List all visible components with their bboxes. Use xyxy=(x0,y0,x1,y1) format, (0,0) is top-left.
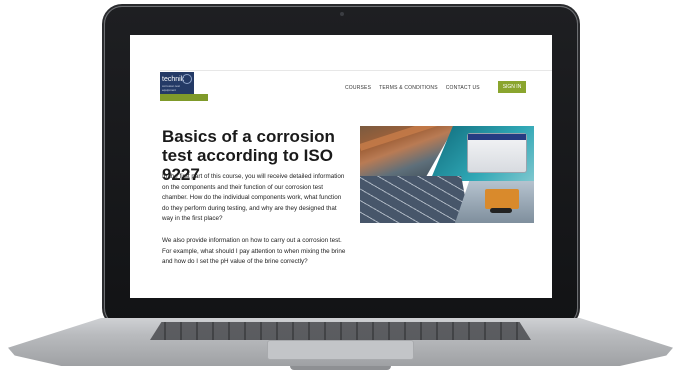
laptop-screen: technik corrosion test equipment COURSES… xyxy=(130,35,552,298)
webcam-icon xyxy=(340,12,344,16)
laptop-keyboard xyxy=(150,322,531,340)
sign-in-button[interactable]: SIGN IN xyxy=(498,81,526,93)
site-logo[interactable]: technik corrosion test equipment xyxy=(160,72,194,94)
cracked-surface-image xyxy=(360,176,470,223)
main-nav: COURSES TERMS & CONDITIONS CONTACT US xyxy=(345,85,480,91)
logo-text: technik xyxy=(162,76,185,83)
laptop-trackpad xyxy=(268,341,413,359)
info-paragraph: We also provide information on how to ca… xyxy=(162,237,346,266)
laptop-front-notch xyxy=(290,366,391,370)
logo-ring-icon xyxy=(182,74,192,84)
nav-terms-conditions[interactable]: TERMS & CONDITIONS xyxy=(379,85,438,91)
nav-contact-us[interactable]: CONTACT US xyxy=(446,85,480,91)
logo-accent-bar xyxy=(160,94,208,101)
salt-truck-image xyxy=(485,189,519,209)
course-image-collage xyxy=(360,126,534,223)
intro-paragraph: In the first part of this course, you wi… xyxy=(162,173,345,223)
chamber-lid xyxy=(468,134,526,140)
header-divider xyxy=(160,70,552,71)
truck-wheels xyxy=(490,208,512,213)
nav-courses[interactable]: COURSES xyxy=(345,85,371,91)
logo-subtext: corrosion test equipment xyxy=(162,84,181,92)
